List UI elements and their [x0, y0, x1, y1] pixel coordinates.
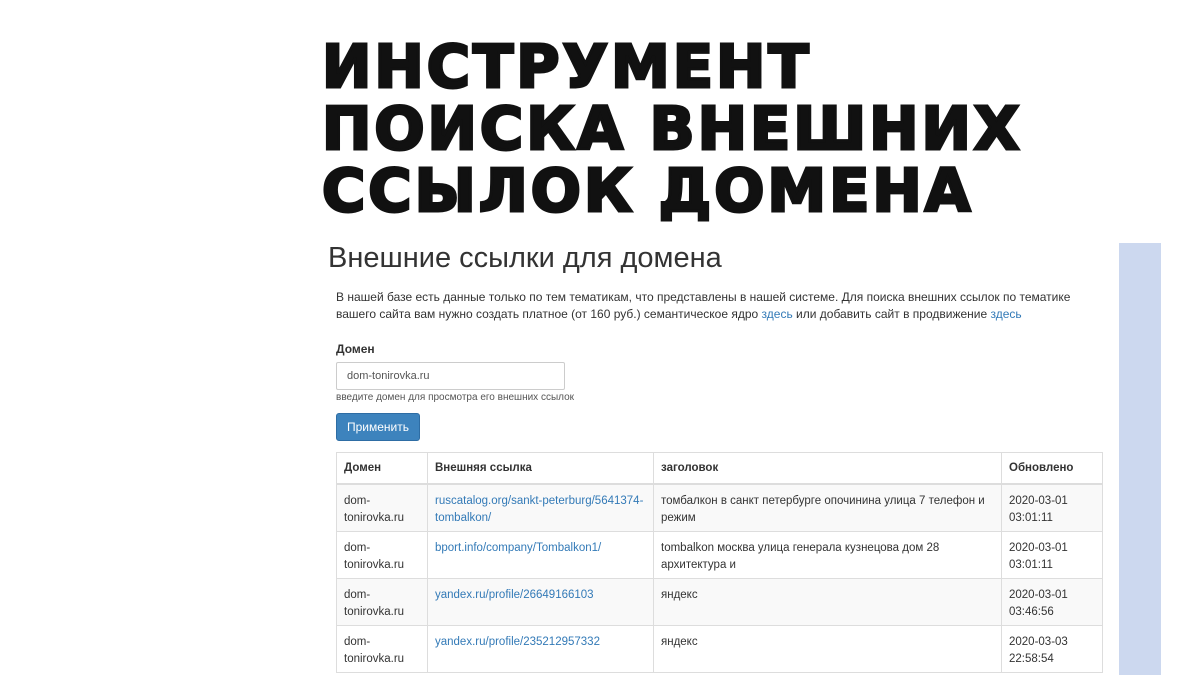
- cell-link: yandex.ru/profile/235212957332: [427, 625, 654, 673]
- side-decoration-bar: [1119, 243, 1161, 675]
- external-link[interactable]: ruscatalog.org/sankt-peterburg/5641374-t…: [435, 495, 643, 524]
- cell-updated: 2020-03-01 03:46:56: [1001, 578, 1103, 626]
- cell-domain: dom-tonirovka.ru: [336, 578, 428, 626]
- headline: ИНСТРУМЕНТ ПОИСКА ВНЕШНИХ ССЫЛОК ДОМЕНА: [320, 32, 1023, 225]
- domain-label: Домен: [336, 342, 375, 356]
- headline-line-2: ПОИСКА ВНЕШНИХ: [320, 94, 1023, 163]
- column-header-updated[interactable]: Обновлено: [1001, 452, 1103, 485]
- cell-link: ruscatalog.org/sankt-peterburg/5641374-t…: [427, 483, 654, 532]
- semantic-core-link[interactable]: здесь: [762, 307, 793, 321]
- external-links-panel: Внешние ссылки для домена В нашей базе е…: [328, 238, 1104, 673]
- cell-link: yandex.ru/profile/26649166103: [427, 578, 654, 626]
- cell-domain: dom-tonirovka.ru: [336, 483, 428, 532]
- cell-link: bport.info/company/Tombalkon1/: [427, 531, 654, 579]
- cell-title: томбалкон в санкт петербурге опочинина у…: [653, 483, 1002, 532]
- domain-input[interactable]: [336, 362, 565, 390]
- table-header-row: Домен Внешняя ссылка заголовок Обновлено: [336, 452, 1103, 485]
- cell-domain: dom-tonirovka.ru: [336, 531, 428, 579]
- column-header-title[interactable]: заголовок: [653, 452, 1002, 485]
- table-row: dom-tonirovka.ru ruscatalog.org/sankt-pe…: [336, 483, 1103, 532]
- cell-updated: 2020-03-01 03:01:11: [1001, 483, 1103, 532]
- intro-text-part-2: или добавить сайт в продвижение: [792, 307, 991, 321]
- column-header-domain[interactable]: Домен: [336, 452, 428, 485]
- cell-domain: dom-tonirovka.ru: [336, 625, 428, 673]
- external-link[interactable]: yandex.ru/profile/26649166103: [435, 589, 594, 601]
- table-row: dom-tonirovka.ru bport.info/company/Tomb…: [336, 531, 1103, 579]
- apply-button[interactable]: Применить: [336, 413, 421, 441]
- headline-line-1: ИНСТРУМЕНТ: [320, 32, 812, 101]
- headline-line-3: ССЫЛОК ДОМЕНА: [320, 156, 974, 225]
- cell-title: яндекс: [653, 625, 1002, 673]
- external-link[interactable]: yandex.ru/profile/235212957332: [435, 636, 600, 648]
- table-row: dom-tonirovka.ru yandex.ru/profile/23521…: [336, 625, 1103, 673]
- cell-title: tombalkon москва улица генерала кузнецов…: [653, 531, 1002, 579]
- promotion-link[interactable]: здесь: [991, 307, 1022, 321]
- table-row: dom-tonirovka.ru yandex.ru/profile/26649…: [336, 578, 1103, 626]
- domain-help-text: введите домен для просмотра его внешних …: [336, 392, 575, 403]
- external-links-table: Домен Внешняя ссылка заголовок Обновлено…: [336, 452, 1103, 673]
- cell-updated: 2020-03-01 03:01:11: [1001, 531, 1103, 579]
- cell-updated: 2020-03-03 22:58:54: [1001, 625, 1103, 673]
- intro-text: В нашей базе есть данные только по тем т…: [336, 289, 1104, 323]
- external-link[interactable]: bport.info/company/Tombalkon1/: [435, 542, 601, 554]
- cell-title: яндекс: [653, 578, 1002, 626]
- page-title: Внешние ссылки для домена: [328, 242, 722, 274]
- column-header-external-link[interactable]: Внешняя ссылка: [427, 452, 654, 485]
